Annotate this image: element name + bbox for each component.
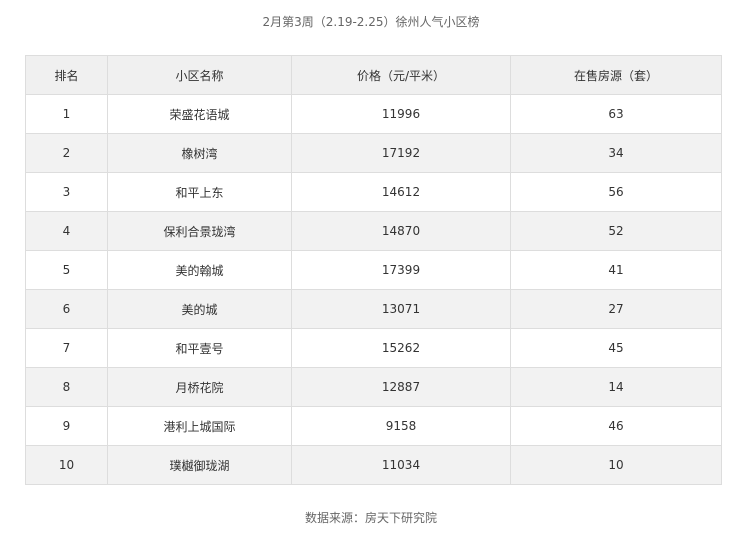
- cell-name: 和平壹号: [107, 328, 292, 368]
- table-row: 2 橡树湾 17192 34: [25, 133, 722, 173]
- cell-rank: 9: [25, 406, 108, 446]
- cell-price: 9158: [291, 406, 511, 446]
- table-row: 4 保利合景珑湾 14870 52: [25, 211, 722, 251]
- header-price: 价格（元/平米）: [291, 55, 511, 95]
- cell-stock: 63: [510, 94, 722, 134]
- cell-rank: 2: [25, 133, 108, 173]
- table-row: 7 和平壹号 15262 45: [25, 328, 722, 368]
- header-stock: 在售房源（套）: [510, 55, 722, 95]
- cell-stock: 41: [510, 250, 722, 290]
- cell-price: 14870: [291, 211, 511, 251]
- cell-rank: 7: [25, 328, 108, 368]
- cell-price: 13071: [291, 289, 511, 329]
- cell-stock: 46: [510, 406, 722, 446]
- cell-rank: 6: [25, 289, 108, 329]
- cell-rank: 5: [25, 250, 108, 290]
- page-title: 2月第3周（2.19-2.25）徐州人气小区榜: [262, 15, 480, 29]
- cell-name: 橡树湾: [107, 133, 292, 173]
- table-row: 3 和平上东 14612 56: [25, 172, 722, 212]
- cell-stock: 27: [510, 289, 722, 329]
- cell-price: 12887: [291, 367, 511, 407]
- cell-price: 11996: [291, 94, 511, 134]
- table-row: 8 月桥花院 12887 14: [25, 367, 722, 407]
- cell-name: 荣盛花语城: [107, 94, 292, 134]
- cell-rank: 10: [25, 445, 108, 485]
- cell-price: 14612: [291, 172, 511, 212]
- table-row: 1 荣盛花语城 11996 63: [25, 94, 722, 134]
- table-row: 10 璞樾御珑湖 11034 10: [25, 445, 722, 485]
- data-source-note: 数据来源：房天下研究院: [304, 511, 437, 525]
- cell-name: 美的翰城: [107, 250, 292, 290]
- table-row: 6 美的城 13071 27: [25, 289, 722, 329]
- cell-name: 月桥花院: [107, 367, 292, 407]
- cell-rank: 4: [25, 211, 108, 251]
- cell-name: 港利上城国际: [107, 406, 292, 446]
- cell-name: 和平上东: [107, 172, 292, 212]
- cell-price: 17399: [291, 250, 511, 290]
- header-rank: 排名: [25, 55, 108, 95]
- cell-stock: 56: [510, 172, 722, 212]
- cell-name: 保利合景珑湾: [107, 211, 292, 251]
- table-header-row: 排名 小区名称 价格（元/平米） 在售房源（套）: [25, 55, 722, 95]
- ranking-table: 排名 小区名称 价格（元/平米） 在售房源（套） 1 荣盛花语城 11996 6…: [25, 55, 722, 485]
- cell-name: 美的城: [107, 289, 292, 329]
- header-name: 小区名称: [107, 55, 292, 95]
- table-row: 9 港利上城国际 9158 46: [25, 406, 722, 446]
- cell-price: 17192: [291, 133, 511, 173]
- cell-price: 11034: [291, 445, 511, 485]
- cell-stock: 14: [510, 367, 722, 407]
- table-row: 5 美的翰城 17399 41: [25, 250, 722, 290]
- cell-rank: 8: [25, 367, 108, 407]
- cell-price: 15262: [291, 328, 511, 368]
- cell-stock: 10: [510, 445, 722, 485]
- cell-rank: 3: [25, 172, 108, 212]
- cell-stock: 45: [510, 328, 722, 368]
- cell-stock: 34: [510, 133, 722, 173]
- cell-name: 璞樾御珑湖: [107, 445, 292, 485]
- cell-rank: 1: [25, 94, 108, 134]
- cell-stock: 52: [510, 211, 722, 251]
